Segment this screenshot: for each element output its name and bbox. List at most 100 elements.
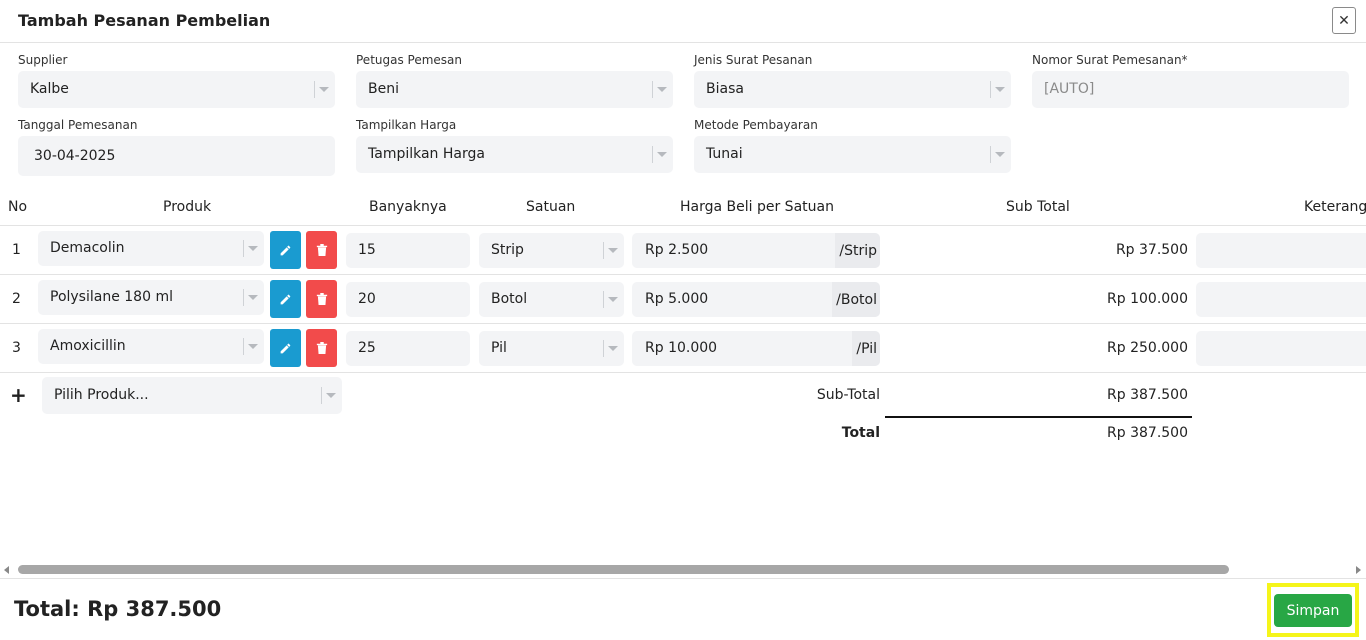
metode-value: Tunai bbox=[706, 146, 743, 162]
product-select[interactable]: Demacolin bbox=[38, 231, 264, 266]
trash-icon bbox=[316, 342, 327, 354]
header-subtotal: Sub Total bbox=[1006, 199, 1070, 215]
chevron-down-icon bbox=[995, 152, 1005, 157]
subtotal-label: Sub-Total bbox=[816, 387, 880, 403]
price-input[interactable]: Rp 5.000 /Botol bbox=[632, 282, 880, 317]
tampilkan-label: Tampilkan Harga bbox=[356, 118, 457, 132]
metode-select[interactable]: Tunai bbox=[694, 136, 1011, 173]
unit-value: Botol bbox=[491, 291, 528, 307]
modal-title: Tambah Pesanan Pembelian bbox=[18, 11, 271, 30]
nomor-label: Nomor Surat Pemesanan* bbox=[1032, 53, 1188, 67]
tampilkan-select[interactable]: Tampilkan Harga bbox=[356, 136, 673, 173]
supplier-value: Kalbe bbox=[30, 81, 69, 97]
pencil-icon bbox=[280, 343, 291, 353]
row-number: 2 bbox=[12, 291, 21, 307]
edit-button[interactable] bbox=[270, 231, 301, 269]
add-product-placeholder: Pilih Produk... bbox=[54, 387, 149, 403]
jenis-label: Jenis Surat Pesanan bbox=[694, 53, 813, 67]
plus-icon[interactable]: + bbox=[10, 383, 27, 407]
pencil-icon bbox=[280, 294, 291, 304]
chevron-down-icon bbox=[248, 246, 258, 251]
keterangan-input[interactable] bbox=[1196, 233, 1366, 268]
row-number: 3 bbox=[12, 340, 21, 356]
price-value: Rp 5.000 bbox=[645, 291, 709, 307]
pencil-icon bbox=[280, 245, 291, 255]
edit-button[interactable] bbox=[270, 280, 301, 318]
row-number: 1 bbox=[12, 242, 21, 258]
supplier-select[interactable]: Kalbe bbox=[18, 71, 335, 108]
metode-label: Metode Pembayaran bbox=[694, 118, 818, 132]
chevron-down-icon bbox=[657, 87, 667, 92]
trash-icon bbox=[316, 293, 327, 305]
product-select[interactable]: Amoxicillin bbox=[38, 329, 264, 364]
scrollbar-thumb[interactable] bbox=[18, 565, 1229, 574]
row-subtotal: Rp 250.000 bbox=[1107, 340, 1188, 356]
nomor-placeholder: [AUTO] bbox=[1044, 81, 1095, 97]
header-banyaknya: Banyaknya bbox=[369, 199, 447, 215]
petugas-value: Beni bbox=[368, 81, 399, 97]
header-produk: Produk bbox=[163, 199, 212, 215]
product-value: Amoxicillin bbox=[50, 338, 126, 354]
product-select[interactable]: Polysilane 180 ml bbox=[38, 280, 264, 315]
quantity-value: 25 bbox=[358, 340, 376, 356]
keterangan-input[interactable] bbox=[1196, 331, 1366, 366]
footer-total: Total: Rp 387.500 bbox=[14, 597, 222, 621]
add-product-select[interactable]: Pilih Produk... bbox=[42, 377, 342, 414]
tanggal-input[interactable]: 30-04-2025 bbox=[18, 136, 335, 176]
unit-select[interactable]: Pil bbox=[479, 331, 624, 366]
unit-select[interactable]: Strip bbox=[479, 233, 624, 268]
chevron-down-icon bbox=[608, 346, 618, 351]
save-button[interactable]: Simpan bbox=[1274, 594, 1352, 627]
edit-button[interactable] bbox=[270, 329, 301, 367]
jenis-value: Biasa bbox=[706, 81, 744, 97]
petugas-select[interactable]: Beni bbox=[356, 71, 673, 108]
chevron-down-icon bbox=[608, 297, 618, 302]
row-subtotal: Rp 100.000 bbox=[1107, 291, 1188, 307]
chevron-down-icon bbox=[608, 248, 618, 253]
unit-select[interactable]: Botol bbox=[479, 282, 624, 317]
delete-button[interactable] bbox=[306, 329, 337, 367]
tampilkan-value: Tampilkan Harga bbox=[368, 146, 485, 162]
chevron-down-icon bbox=[326, 393, 336, 398]
header-harga: Harga Beli per Satuan bbox=[680, 199, 834, 215]
jenis-select[interactable]: Biasa bbox=[694, 71, 1011, 108]
price-unit-addon: /Pil bbox=[852, 331, 880, 366]
header-no: No bbox=[8, 199, 28, 215]
scroll-left-icon[interactable] bbox=[4, 566, 9, 574]
header-satuan: Satuan bbox=[526, 199, 576, 215]
quantity-value: 15 bbox=[358, 242, 376, 258]
chevron-down-icon bbox=[319, 87, 329, 92]
modal-footer: Total: Rp 387.500 Simpan bbox=[0, 578, 1366, 640]
quantity-input[interactable]: 25 bbox=[346, 331, 470, 366]
quantity-input[interactable]: 20 bbox=[346, 282, 470, 317]
close-icon: ✕ bbox=[1338, 12, 1350, 29]
nomor-input[interactable]: [AUTO] bbox=[1032, 71, 1349, 108]
subtotal-value: Rp 387.500 bbox=[1107, 387, 1188, 403]
unit-value: Pil bbox=[491, 340, 507, 356]
chevron-down-icon bbox=[995, 87, 1005, 92]
delete-button[interactable] bbox=[306, 280, 337, 318]
price-unit-addon: /Strip bbox=[835, 233, 880, 268]
total-label: Total bbox=[841, 425, 880, 441]
row-subtotal: Rp 37.500 bbox=[1115, 242, 1188, 258]
scroll-right-icon[interactable] bbox=[1356, 566, 1361, 574]
delete-button[interactable] bbox=[306, 231, 337, 269]
quantity-value: 20 bbox=[358, 291, 376, 307]
chevron-down-icon bbox=[657, 152, 667, 157]
price-input[interactable]: Rp 10.000 /Pil bbox=[632, 331, 880, 366]
total-value: Rp 387.500 bbox=[1107, 425, 1188, 441]
chevron-down-icon bbox=[248, 344, 258, 349]
price-unit-addon: /Botol bbox=[832, 282, 880, 317]
trash-icon bbox=[316, 244, 327, 256]
close-button[interactable]: ✕ bbox=[1332, 7, 1356, 34]
petugas-label: Petugas Pemesan bbox=[356, 53, 463, 67]
keterangan-input[interactable] bbox=[1196, 282, 1366, 317]
price-input[interactable]: Rp 2.500 /Strip bbox=[632, 233, 880, 268]
price-value: Rp 2.500 bbox=[645, 242, 709, 258]
modal-header: Tambah Pesanan Pembelian ✕ bbox=[0, 0, 1366, 43]
tanggal-value: 30-04-2025 bbox=[34, 148, 116, 164]
chevron-down-icon bbox=[248, 295, 258, 300]
price-value: Rp 10.000 bbox=[645, 340, 718, 356]
quantity-input[interactable]: 15 bbox=[346, 233, 470, 268]
horizontal-scrollbar[interactable] bbox=[0, 564, 1366, 576]
